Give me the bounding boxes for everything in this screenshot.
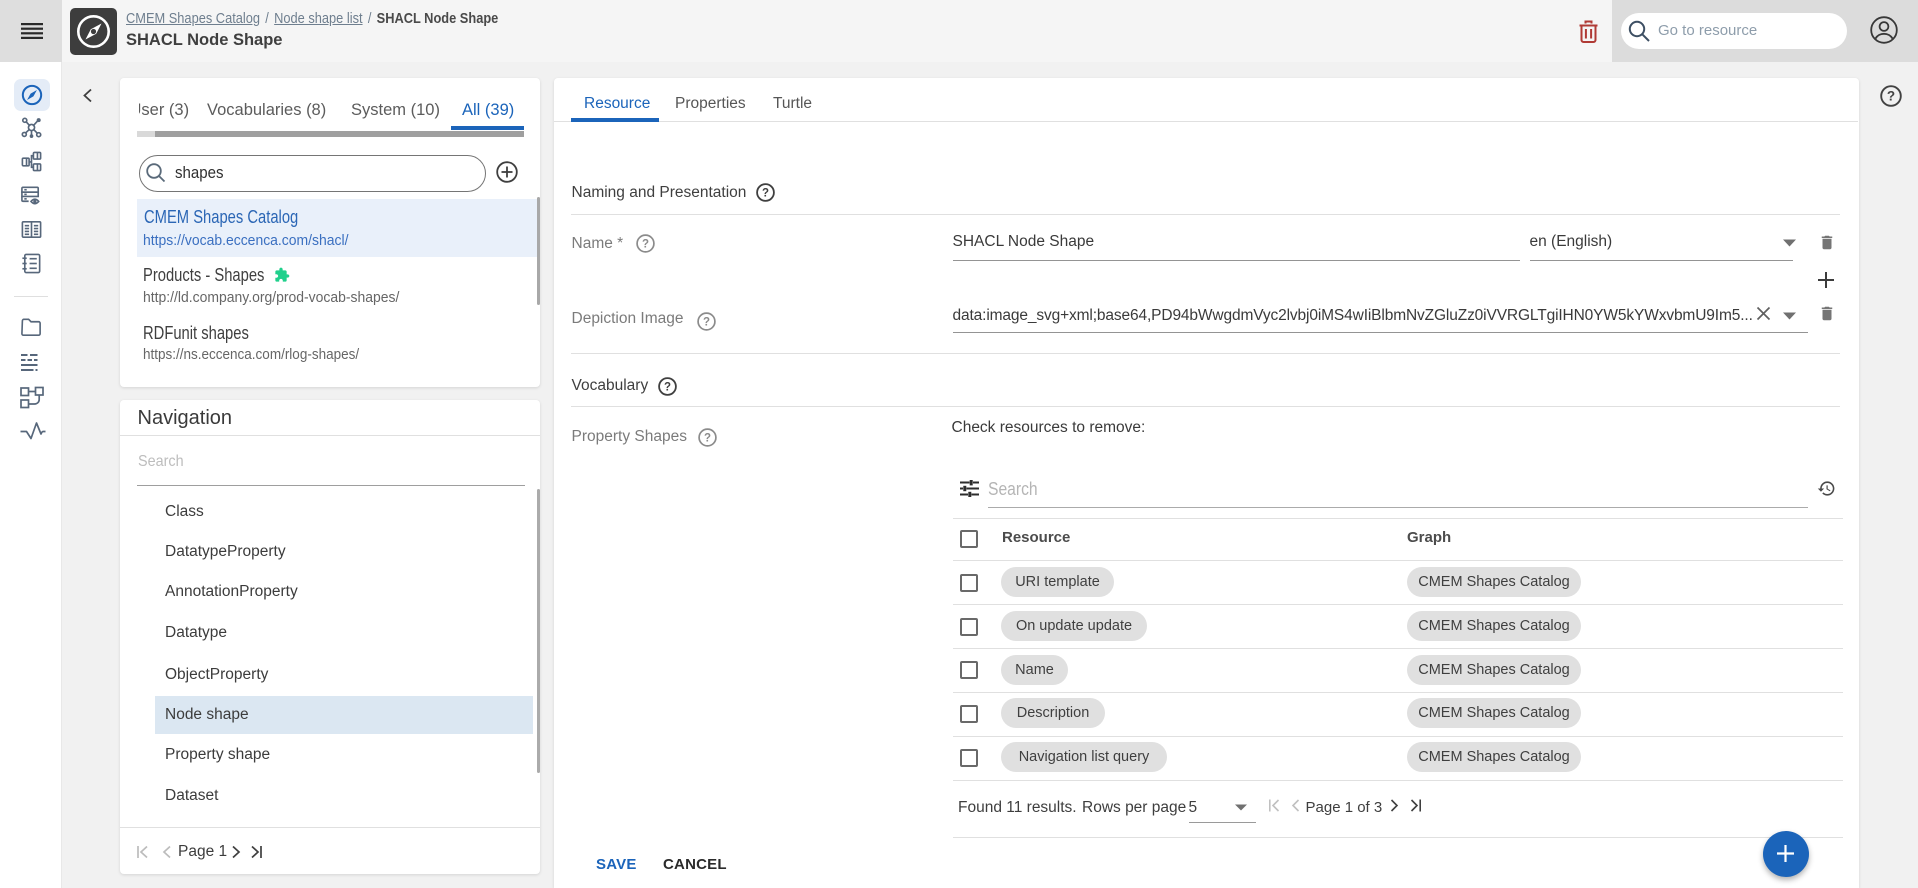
svg-text:?: ? [1887,89,1895,104]
svg-text:?: ? [703,317,710,329]
svg-text:?: ? [642,239,649,251]
svg-text:?: ? [664,382,671,394]
svg-text:?: ? [704,432,711,444]
svg-text:?: ? [762,188,769,200]
